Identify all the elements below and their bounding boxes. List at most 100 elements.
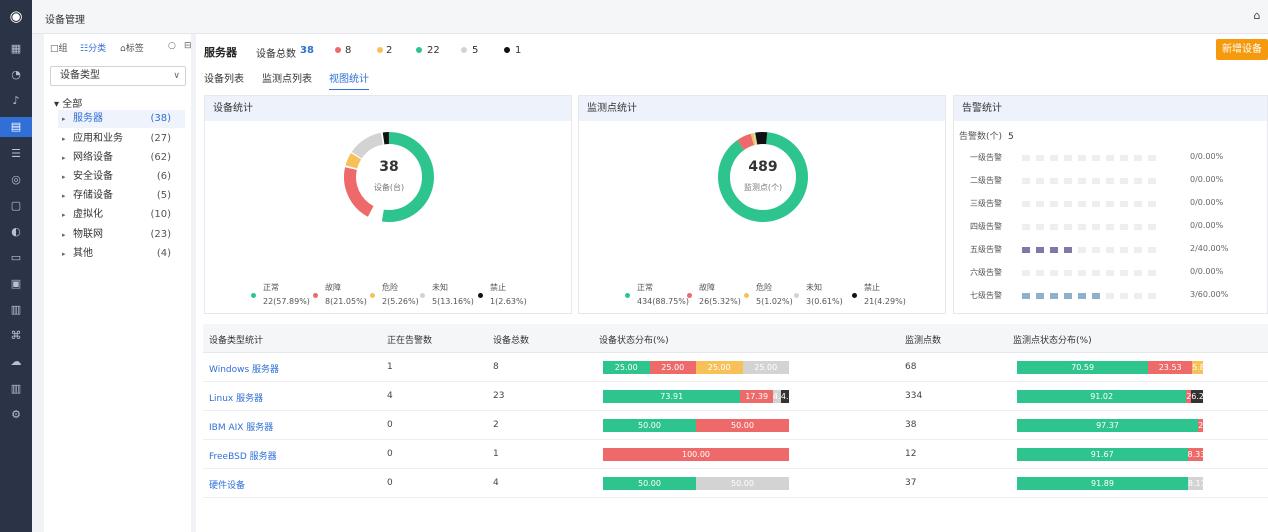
report-icon[interactable]: ▥ [8,381,24,397]
tab-group[interactable]: □组 [50,41,68,54]
card-title: 告警统计 [954,96,1267,121]
legend-value: 21(4.29%) [864,297,906,306]
legend-label: 禁止 [864,283,880,292]
status-distribution-bar: 50.00 50.00 [603,477,789,490]
alarm-square [1148,155,1156,161]
top-bar: 设备管理 ⌂ [32,0,1268,34]
device-icon[interactable]: ▤ [0,117,32,137]
monitor-center-value: 489 [748,159,778,175]
alarm-level-value: 0/0.00% [1190,221,1224,230]
status-distribution-bar: 100.00 [603,448,789,461]
status-distribution-bar: 91.67 8.33 [1017,448,1203,461]
alarm-stats-card: 告警统计 告警数(个) 5 一级告警 0/0.00% 二级告警 0/0.00% 三级告警 0… [953,95,1268,314]
search-icon[interactable]: ○ [168,41,176,51]
alarm-square [1022,178,1030,184]
legend-value: 3(0.61%) [806,297,843,306]
bar-segment: 50.00 [696,419,789,432]
device-type-link[interactable]: FreeBSD 服务器 [209,449,277,462]
alarm-square [1022,293,1030,299]
tree-item-count: (5) [156,190,171,201]
device-type-link[interactable]: IBM AIX 服务器 [209,420,273,433]
legend-dot-icon [251,293,256,298]
list-icon[interactable]: ☰ [8,146,24,162]
alarm-count: 0 [387,449,393,459]
alarm-row: 二级告警 0/0.00% [954,175,1266,187]
alarm-count: 0 [387,420,393,430]
status-distribution-bar: 97.372.63 [1017,419,1203,432]
monitor-point-count: 38 [905,420,917,430]
table-row: FreeBSD 服务器 0 1 12 100.00 91.67 8.33 [203,440,1268,469]
tree-item-network[interactable]: ▸ 网络设备 (62) [58,149,185,167]
alarm-count: 1 [387,362,393,372]
bar-segment: 5.88 [1192,361,1203,374]
status-distribution-bar: 91.022.400.306.29 [1017,390,1203,403]
alarm-square [1106,224,1114,230]
tree-item-security[interactable]: ▸ 安全设备 (6) [58,168,185,186]
legend-label: 禁止 [490,283,506,292]
legend-label: 正常 [637,283,653,292]
grid-icon[interactable]: ▦ [8,41,24,57]
device-type-link[interactable]: Windows 服务器 [209,362,279,375]
add-device-button[interactable]: 新增设备 [1216,39,1268,60]
alarm-square [1148,293,1156,299]
tree-item-iot[interactable]: ▸ 物联网 (23) [58,226,185,244]
device-type-link[interactable]: Linux 服务器 [209,391,263,404]
alarm-level-value: 3/60.00% [1190,290,1229,299]
tree-item-app[interactable]: ▸ 应用和业务 (27) [58,130,185,148]
device-center-value: 38 [379,159,399,175]
tab-tag[interactable]: ⌂标签 [120,41,144,54]
globe-icon[interactable]: ◎ [8,172,24,188]
alarm-row: 四级告警 0/0.00% [954,221,1266,233]
bar-segment: 8.11 [1187,477,1203,490]
alarm-square [1036,155,1044,161]
legend-dot-icon [687,293,692,298]
device-type-select[interactable]: 设备类型 ∨ [50,66,186,86]
clock-icon[interactable]: ◔ [8,67,24,83]
bar-segment: 2.63 [1198,419,1203,432]
tree-item-server[interactable]: ▸ 服务器 (38) [58,110,185,128]
doc-icon[interactable]: ▢ [8,198,24,214]
alarm-square [1036,224,1044,230]
legend-value: 434(88.75%) [637,297,690,306]
tab-device-list[interactable]: 设备列表 [204,70,244,85]
alarm-level-label: 三级告警 [970,199,1002,208]
tree-item-count: (23) [150,229,171,240]
device-total: 8 [493,362,499,372]
bell-icon[interactable]: ♪ [8,93,24,109]
alarm-square [1148,270,1156,276]
tree-item-storage[interactable]: ▸ 存储设备 (5) [58,187,185,205]
tree-item-label: 物联网 [73,229,103,240]
alarm-square [1036,178,1044,184]
home-icon[interactable]: ⌂ [1250,9,1264,23]
alarm-square [1022,224,1030,230]
network-icon[interactable]: ⌘ [8,328,24,344]
caret-right-icon: ▸ [62,192,66,200]
alarm-square [1120,247,1128,253]
cloud-icon[interactable]: ☁ [8,354,24,370]
collapse-icon[interactable]: ⊟ [184,41,192,51]
legend-dot-icon [852,293,857,298]
stat-danger: 2 [386,45,393,56]
donut-segment-unknown [718,132,808,222]
tab-view-stats[interactable]: 视图统计 [329,70,369,90]
tree-item-virtual[interactable]: ▸ 虚拟化 (10) [58,206,185,224]
device-legend: 正常 22(57.89%) 故障 8(21.05%) 危险 2(5.26%) 未知 5(… [251,282,571,312]
device-total: 23 [493,391,505,401]
caret-right-icon: ▸ [62,173,66,181]
chart-icon[interactable]: ▥ [8,302,24,318]
table-row: 硬件设备 0 4 37 50.0050.00 91.898.11 [203,469,1268,498]
tab-category[interactable]: ☷分类 [80,41,106,54]
col-header: 正在告警数 [387,336,433,346]
money-icon[interactable]: ◐ [8,224,24,240]
tree-item-other[interactable]: ▸ 其他 (4) [58,245,185,263]
monitor-icon[interactable]: ▭ [8,250,24,266]
tree-root-all[interactable]: ▾ 全部 [54,95,82,110]
tab-monitor-list[interactable]: 监测点列表 [262,70,312,85]
alarm-square [1106,178,1114,184]
device-type-link[interactable]: 硬件设备 [209,478,245,491]
alarm-square [1134,270,1142,276]
gear-icon[interactable]: ⚙ [8,407,24,423]
tree-item-label: 安全设备 [73,171,113,182]
legend-value: 8(21.05%) [325,297,367,306]
file-icon[interactable]: ▣ [8,276,24,292]
